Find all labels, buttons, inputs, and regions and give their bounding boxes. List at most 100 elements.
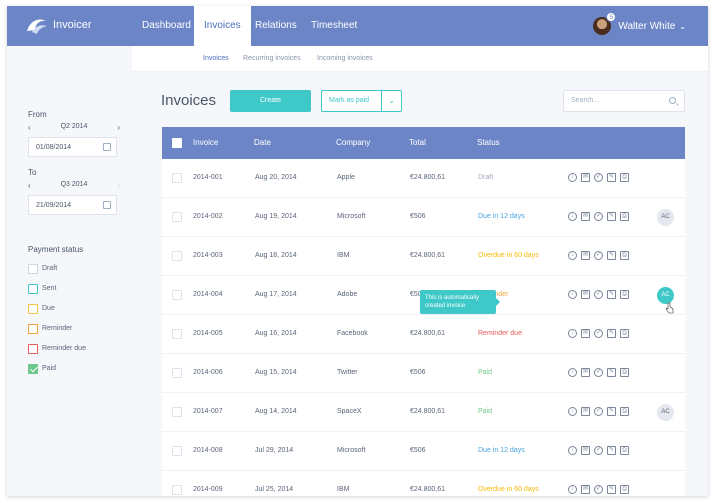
print-icon[interactable]: ⎙ [620,290,629,299]
print-icon[interactable]: ⎙ [620,485,629,494]
row-checkbox[interactable] [172,212,182,222]
chevron-right-icon[interactable]: › [117,123,120,132]
status-checkbox[interactable] [28,363,38,374]
check-circle-icon[interactable]: ✓ [594,407,603,416]
download-icon[interactable]: ↓ [568,485,577,494]
calendar-icon[interactable] [103,143,111,151]
header-company[interactable]: Company [336,138,370,147]
assignee-avatar[interactable]: AC [657,404,674,421]
app-name[interactable]: Invoicer [53,19,92,31]
edit-icon[interactable]: ✎ [607,290,616,299]
check-circle-icon[interactable]: ✓ [594,173,603,182]
print-icon[interactable]: ⎙ [620,329,629,338]
download-icon[interactable]: ↓ [568,290,577,299]
mail-icon[interactable]: ✉ [581,173,590,182]
status-checkbox[interactable] [28,323,38,334]
edit-icon[interactable]: ✎ [607,368,616,377]
user-menu[interactable]: 5 Walter White ⌄ [593,12,686,37]
print-icon[interactable]: ⎙ [620,212,629,221]
edit-icon[interactable]: ✎ [607,446,616,455]
create-button[interactable]: Create [230,90,311,112]
mail-icon[interactable]: ✉ [581,407,590,416]
table-row[interactable]: 2014-009 Jul 25, 2014 IBM €24.800,61 Overdue… [162,471,685,496]
row-checkbox[interactable] [172,290,182,300]
status-checkbox[interactable] [28,263,38,274]
subnav-incoming-invoices[interactable]: Incoming invoices [317,55,373,62]
calendar-icon[interactable] [103,201,111,209]
download-icon[interactable]: ↓ [568,329,577,338]
table-row[interactable]: 2014-003 Aug 18, 2014 IBM €24.800,61 Overdue… [162,237,685,276]
status-checkbox[interactable] [28,283,38,294]
table-row[interactable]: 2014-005 Aug 16, 2014 Facebook €24.800,61 Re… [162,315,685,354]
chevron-right-icon[interactable]: › [117,181,120,190]
edit-icon[interactable]: ✎ [607,329,616,338]
download-icon[interactable]: ↓ [568,173,577,182]
download-icon[interactable]: ↓ [568,407,577,416]
check-circle-icon[interactable]: ✓ [594,446,603,455]
print-icon[interactable]: ⎙ [620,251,629,260]
check-circle-icon[interactable]: ✓ [594,290,603,299]
search-icon[interactable] [669,97,676,104]
nav-dashboard[interactable]: Dashboard [132,6,201,46]
header-invoice[interactable]: Invoice [193,138,218,147]
to-date-input[interactable]: 21/09/2014 [28,195,117,215]
select-all-checkbox[interactable] [172,138,182,148]
status-filter-item[interactable]: Due [28,303,55,314]
print-icon[interactable]: ⎙ [620,407,629,416]
table-row[interactable]: 2014-001 Aug 20, 2014 Apple €24.800,61 Draft… [162,159,685,198]
header-status[interactable]: Status [477,138,500,147]
edit-icon[interactable]: ✎ [607,173,616,182]
row-checkbox[interactable] [172,329,182,339]
row-checkbox[interactable] [172,407,182,417]
search-input[interactable]: Search... [563,90,685,112]
table-row[interactable]: 2014-008 Jul 29, 2014 Microsoft €506 Due in … [162,432,685,471]
chevron-down-icon[interactable]: ⌄ [381,91,401,111]
download-icon[interactable]: ↓ [568,251,577,260]
status-filter-item[interactable]: Draft [28,263,57,274]
row-checkbox[interactable] [172,173,182,183]
download-icon[interactable]: ↓ [568,368,577,377]
status-filter-item[interactable]: Paid [28,363,56,374]
mail-icon[interactable]: ✉ [581,368,590,377]
edit-icon[interactable]: ✎ [607,212,616,221]
check-circle-icon[interactable]: ✓ [594,212,603,221]
subnav-invoices[interactable]: Invoices [203,55,229,62]
mail-icon[interactable]: ✉ [581,251,590,260]
mail-icon[interactable]: ✉ [581,485,590,494]
mail-icon[interactable]: ✉ [581,212,590,221]
mail-icon[interactable]: ✉ [581,446,590,455]
check-circle-icon[interactable]: ✓ [594,368,603,377]
nav-relations[interactable]: Relations [245,6,307,46]
status-filter-item[interactable]: Sent [28,283,56,294]
check-circle-icon[interactable]: ✓ [594,251,603,260]
check-circle-icon[interactable]: ✓ [594,329,603,338]
header-total[interactable]: Total [409,138,426,147]
row-checkbox[interactable] [172,251,182,261]
table-row[interactable]: 2014-002 Aug 19, 2014 Microsoft €506 Due in … [162,198,685,237]
status-filter-item[interactable]: Reminder due [28,343,86,354]
nav-timesheet[interactable]: Timesheet [301,6,367,46]
row-checkbox[interactable] [172,485,182,495]
edit-icon[interactable]: ✎ [607,251,616,260]
status-checkbox[interactable] [28,343,38,354]
download-icon[interactable]: ↓ [568,446,577,455]
mail-icon[interactable]: ✉ [581,290,590,299]
status-checkbox[interactable] [28,303,38,314]
assignee-avatar[interactable]: AC [657,209,674,226]
table-row[interactable]: 2014-007 Aug 14, 2014 SpaceX €24.800,61 Paid… [162,393,685,432]
edit-icon[interactable]: ✎ [607,407,616,416]
print-icon[interactable]: ⎙ [620,173,629,182]
status-filter-item[interactable]: Reminder [28,323,72,334]
print-icon[interactable]: ⎙ [620,368,629,377]
row-checkbox[interactable] [172,446,182,456]
header-date[interactable]: Date [254,138,271,147]
mail-icon[interactable]: ✉ [581,329,590,338]
nav-invoices[interactable]: Invoices [194,6,251,46]
mark-as-paid-button[interactable]: Mark as paid ⌄ [321,90,402,112]
check-circle-icon[interactable]: ✓ [594,485,603,494]
row-checkbox[interactable] [172,368,182,378]
edit-icon[interactable]: ✎ [607,485,616,494]
table-row[interactable]: 2014-006 Aug 15, 2014 Twitter €506 Paid ↓ ✉ ✓ ✎ ⎙ [162,354,685,393]
subnav-recurring-invoices[interactable]: Recurring invoices [243,55,301,62]
from-date-input[interactable]: 01/08/2014 [28,137,117,157]
